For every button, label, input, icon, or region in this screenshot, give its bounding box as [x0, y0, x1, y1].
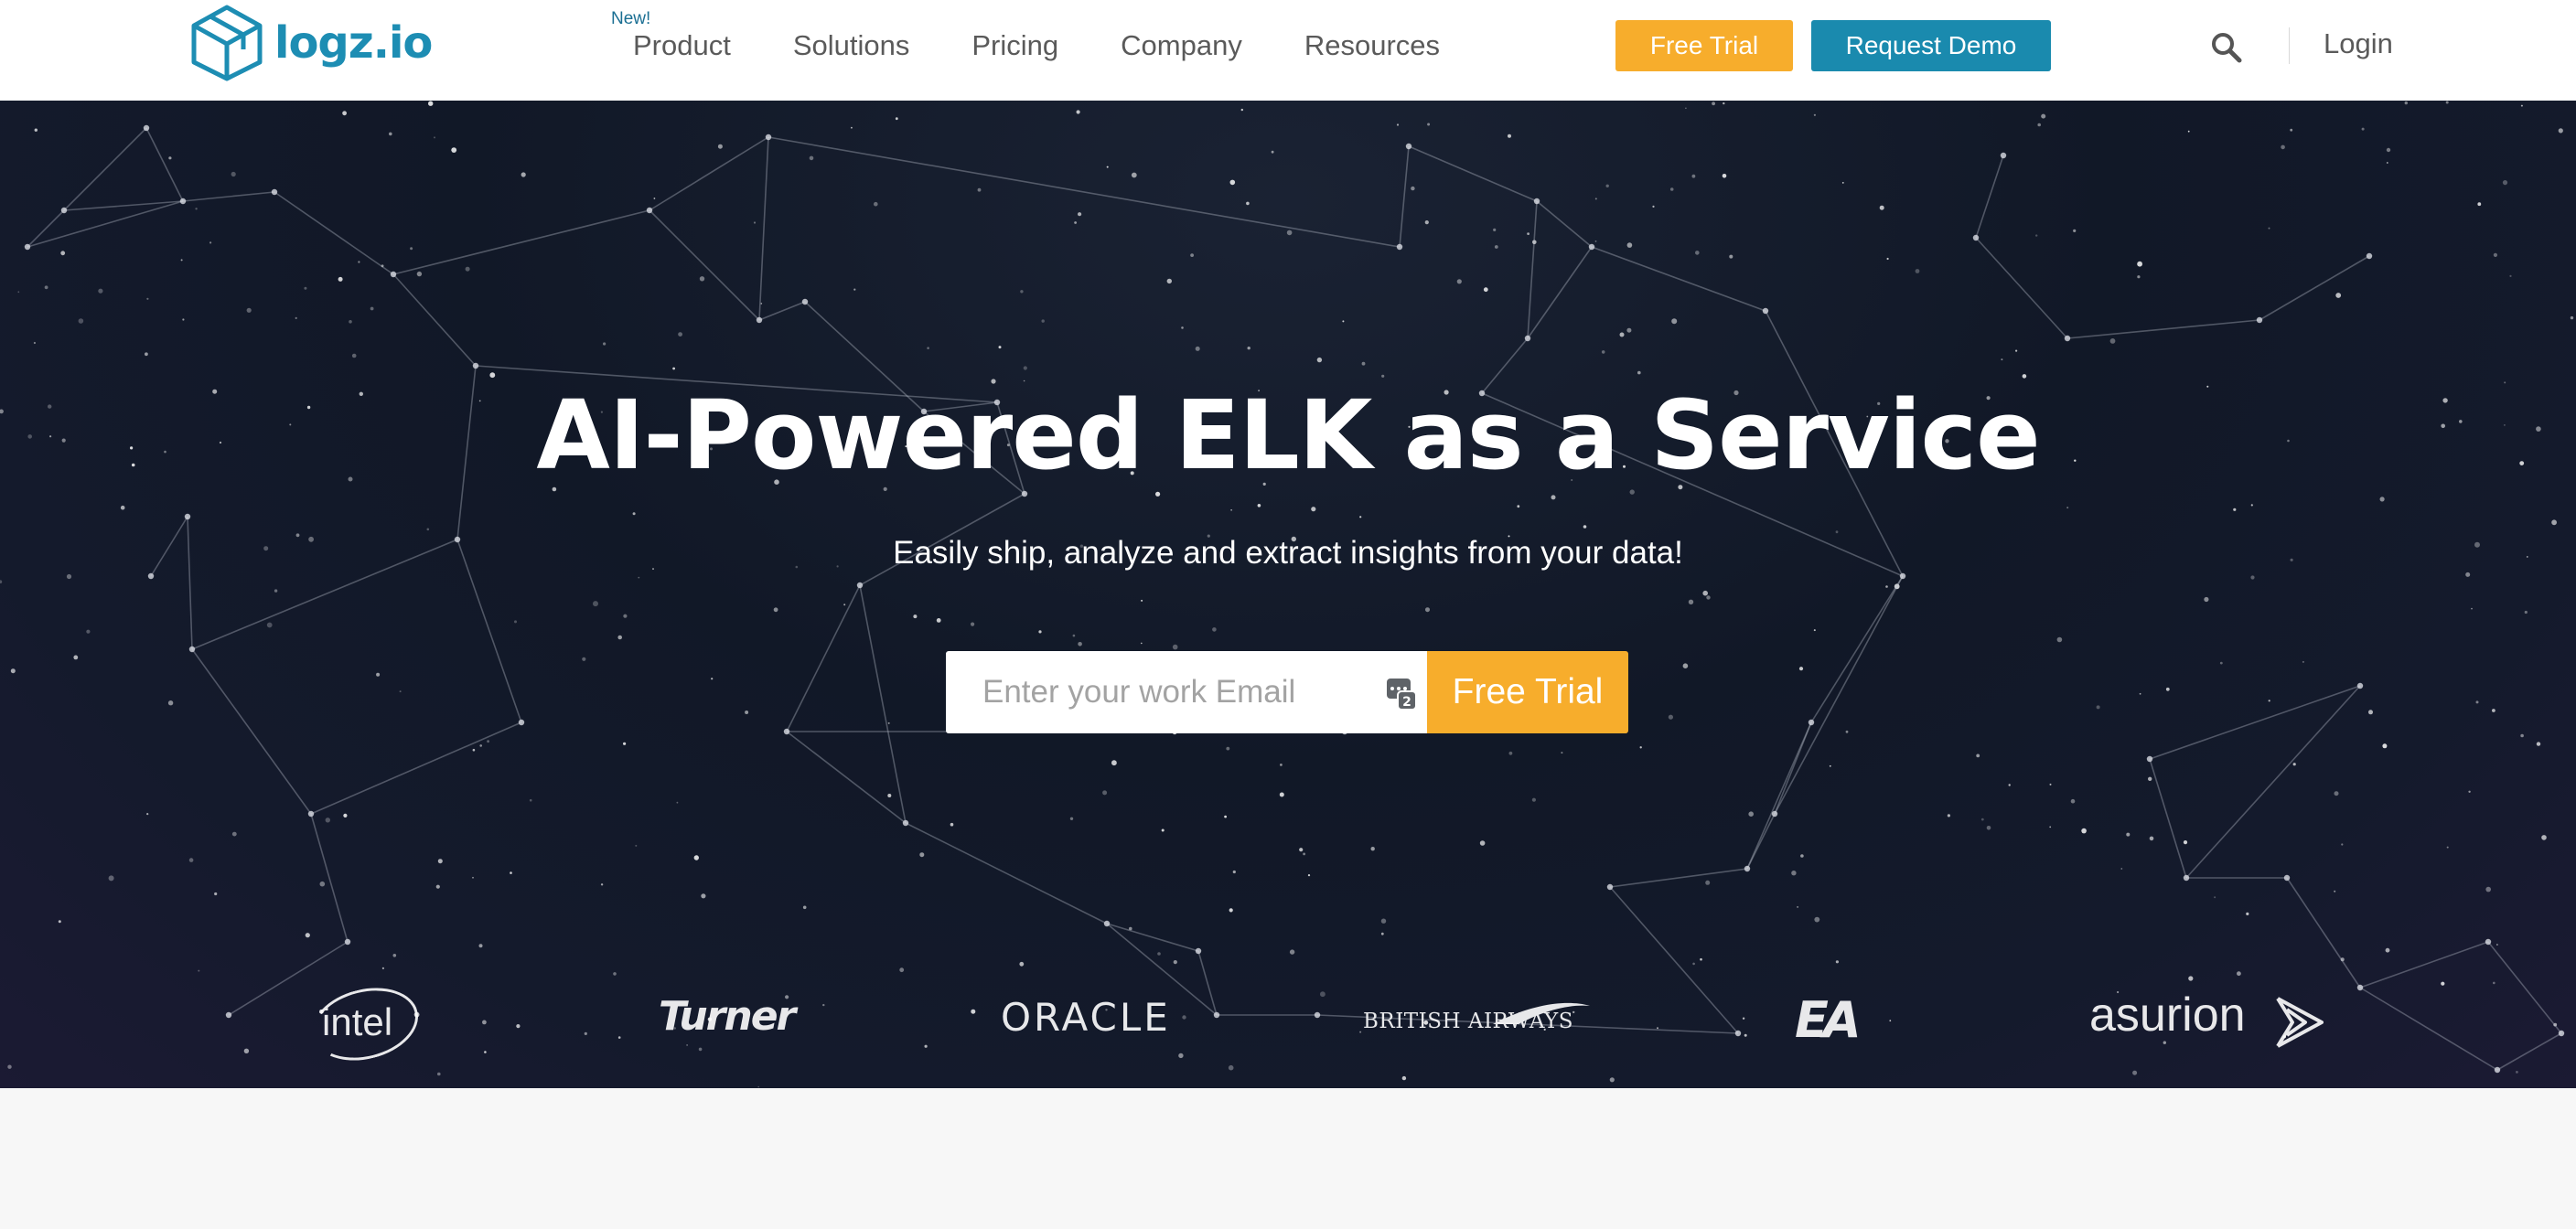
turner-logo: Turner [659, 993, 796, 1040]
hero-free-trial-button[interactable]: Free Trial [1427, 651, 1628, 733]
client-logos: intel Turner ORACLE BRITISH AIRWAYS EA a… [0, 977, 2576, 1075]
svg-text:2: 2 [1402, 695, 1411, 710]
asurion-arrow-icon [2276, 997, 2324, 1048]
hero-subtitle: Easily ship, analyze and extract insight… [893, 535, 1683, 571]
site-header: logz.io New! Product Solutions Pricing C… [0, 0, 2576, 101]
nav-resources[interactable]: Resources [1304, 29, 1440, 62]
header-divider [2289, 27, 2290, 64]
speedmarque-icon [1493, 1002, 1590, 1024]
logzio-logo[interactable]: logz.io [190, 4, 433, 82]
british-airways-logo: BRITISH AIRWAYS [1363, 1002, 1590, 1033]
search-button[interactable] [2208, 29, 2245, 66]
search-icon [2212, 33, 2242, 63]
asurion-wordmark: asurion [2089, 989, 2246, 1042]
intel-logo: intel [304, 977, 426, 1072]
cube-logo-icon [191, 5, 263, 81]
work-email-input[interactable] [946, 651, 1427, 733]
constellation-background [0, 101, 2574, 1088]
logo-wordmark: logz.io [274, 17, 433, 69]
nav-product[interactable]: New! Product [611, 9, 731, 62]
request-demo-button[interactable]: Request Demo [1811, 20, 2051, 71]
intel-wordmark: intel [322, 1000, 393, 1043]
password-manager-icon[interactable]: 2 [1387, 679, 1416, 710]
ea-logo: EA [1795, 991, 1862, 1049]
signup-form: 2 Free Trial [946, 651, 1628, 733]
main-nav: New! Product Solutions Pricing Company R… [604, 0, 1502, 91]
free-trial-button[interactable]: Free Trial [1615, 20, 1793, 71]
nav-product-label: Product [633, 29, 731, 61]
new-badge: New! [611, 9, 651, 28]
login-link[interactable]: Login [2324, 27, 2393, 60]
asurion-logo: asurion [2089, 988, 2324, 1048]
nav-company[interactable]: Company [1121, 29, 1242, 62]
nav-pricing[interactable]: Pricing [971, 29, 1058, 62]
hero-title: AI-Powered ELK as a Service [536, 379, 2040, 491]
oracle-logo: ORACLE [1001, 995, 1171, 1040]
hero-section: AI-Powered ELK as a Service Easily ship,… [0, 101, 2576, 1088]
nav-solutions[interactable]: Solutions [793, 29, 910, 62]
